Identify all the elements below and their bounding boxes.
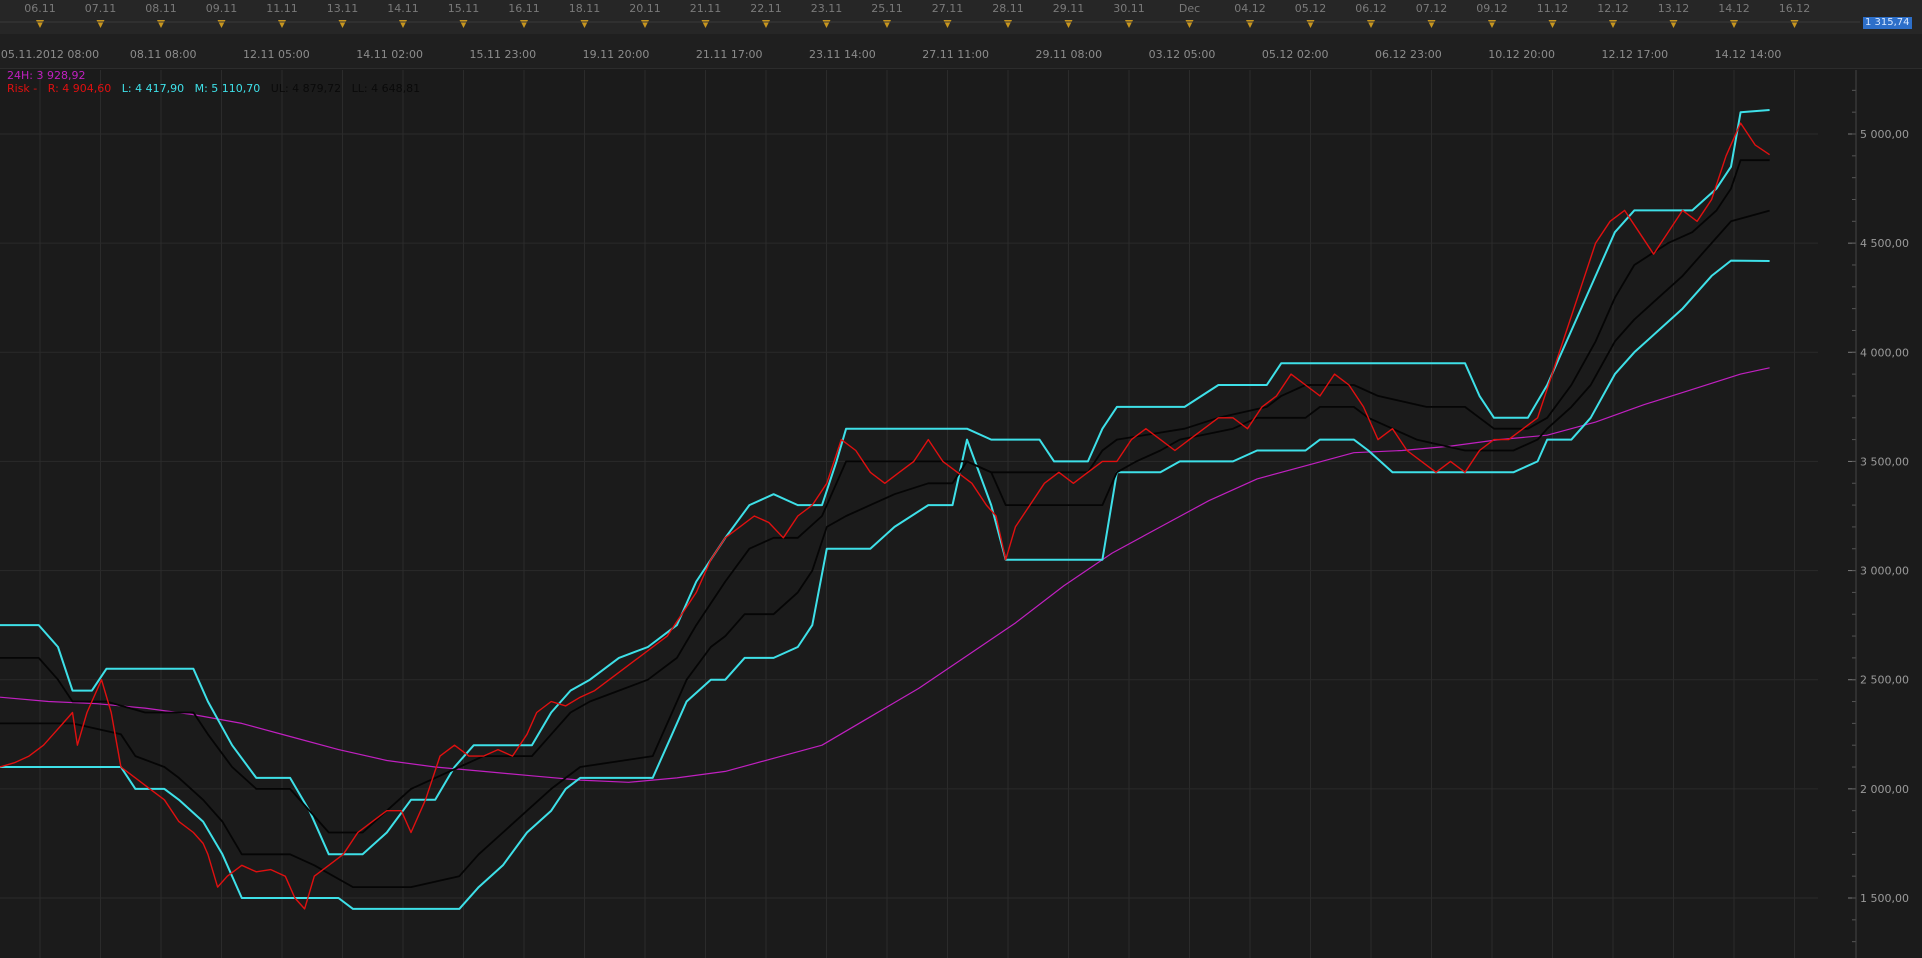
date-label: 12.12 [1597, 2, 1629, 15]
date-marker [883, 20, 891, 28]
date-marker [1548, 20, 1557, 28]
legend: 24H: 3 928,92 Risk - R: 4 904,60 L: 4 41… [7, 69, 420, 95]
date-marker [1004, 20, 1012, 28]
legend-r: R: 4 904,60 [47, 82, 112, 95]
date-label: 06.12 [1355, 2, 1387, 15]
date-label: 23.11 [811, 2, 843, 15]
date-marker [580, 20, 589, 28]
time-label: 19.11 20:00 [583, 48, 650, 61]
legend-ll: LL: 4 648,81 [351, 82, 421, 95]
date-marker [338, 20, 347, 28]
date-label: 16.11 [508, 2, 540, 15]
date-label: 09.12 [1476, 2, 1508, 15]
date-marker [1064, 20, 1073, 28]
y-tick-label: 3 500,00 [1860, 455, 1909, 468]
date-label: 09.11 [206, 2, 238, 15]
time-label: 12.12 17:00 [1601, 48, 1668, 61]
y-tick-label: 3 000,00 [1860, 565, 1909, 578]
date-label: 28.11 [992, 2, 1024, 15]
y-tick-label: 5 000,00 [1860, 128, 1909, 141]
date-marker [157, 20, 165, 28]
time-label: 05.11.2012 08:00 [1, 48, 99, 61]
date-label: 25.11 [871, 2, 903, 15]
date-label: 18.11 [569, 2, 601, 15]
date-label: 05.12 [1295, 2, 1327, 15]
legend-ul: UL: 4 879,72 [270, 82, 342, 95]
date-marker [1609, 20, 1617, 28]
time-label: 14.12 14:00 [1715, 48, 1782, 61]
time-label: 03.12 05:00 [1149, 48, 1216, 61]
time-label: 12.11 05:00 [243, 48, 310, 61]
date-marker [399, 20, 407, 28]
date-label: 11.11 [266, 2, 298, 15]
y-tick-label: 2 500,00 [1860, 674, 1909, 687]
date-marker [1246, 20, 1254, 28]
date-label: Dec [1179, 2, 1200, 15]
date-label: 07.11 [85, 2, 117, 15]
time-label: 08.11 08:00 [130, 48, 197, 61]
time-label: 23.11 14:00 [809, 48, 876, 61]
legend-ma: 24H: 3 928,92 [7, 69, 86, 82]
date-label: 04.12 [1234, 2, 1266, 15]
date-label: 27.11 [932, 2, 964, 15]
date-marker [36, 20, 44, 28]
date-label: 13.12 [1658, 2, 1690, 15]
date-label: 07.12 [1416, 2, 1448, 15]
legend-m: M: 5 110,70 [194, 82, 261, 95]
date-marker [1125, 20, 1133, 28]
y-tick-label: 1 500,00 [1860, 892, 1909, 905]
time-label: 29.11 08:00 [1035, 48, 1102, 61]
date-label: 29.11 [1053, 2, 1085, 15]
date-marker [1367, 20, 1375, 28]
date-marker [762, 20, 770, 28]
date-marker [641, 20, 649, 28]
date-marker [1488, 20, 1496, 28]
date-marker [1669, 20, 1678, 28]
y-tick-label: 4 000,00 [1860, 346, 1909, 359]
date-marker [1790, 20, 1799, 28]
date-marker [278, 20, 286, 28]
date-label: 22.11 [750, 2, 782, 15]
date-label: 06.11 [24, 2, 56, 15]
date-marker [943, 20, 952, 28]
plot-area [0, 70, 1818, 958]
date-label: 14.11 [387, 2, 419, 15]
date-marker [520, 20, 528, 28]
date-marker [1185, 20, 1194, 28]
date-label: 21.11 [690, 2, 722, 15]
y-tick-label: 4 500,00 [1860, 237, 1909, 250]
date-marker [1306, 20, 1315, 28]
date-label: 08.11 [145, 2, 177, 15]
time-label: 14.11 02:00 [356, 48, 423, 61]
time-label: 05.12 02:00 [1262, 48, 1329, 61]
legend-risk: Risk - [7, 82, 38, 95]
time-label: 10.12 20:00 [1488, 48, 1555, 61]
date-label: 30.11 [1113, 2, 1145, 15]
time-label: 27.11 11:00 [922, 48, 989, 61]
time-label: 15.11 23:00 [469, 48, 536, 61]
legend-l: L: 4 417,90 [121, 82, 185, 95]
time-label: 06.12 23:00 [1375, 48, 1442, 61]
time-label: 21.11 17:00 [696, 48, 763, 61]
date-marker [822, 20, 831, 28]
date-marker [217, 20, 226, 28]
date-label: 11.12 [1537, 2, 1569, 15]
date-marker [701, 20, 710, 28]
date-label: 14.12 [1718, 2, 1750, 15]
date-marker [459, 20, 468, 28]
date-marker [1427, 20, 1436, 28]
date-label: 16.12 [1779, 2, 1811, 15]
date-label: 15.11 [448, 2, 480, 15]
date-label: 13.11 [327, 2, 359, 15]
price-chart[interactable]: 06.11 07.11 08.11 09.11 11.11 13.11 14.11 15.11… [0, 0, 1922, 958]
date-marker [96, 20, 105, 28]
date-label: 20.11 [629, 2, 661, 15]
y-tick-label: 2 000,00 [1860, 783, 1909, 796]
date-marker [1730, 20, 1738, 28]
